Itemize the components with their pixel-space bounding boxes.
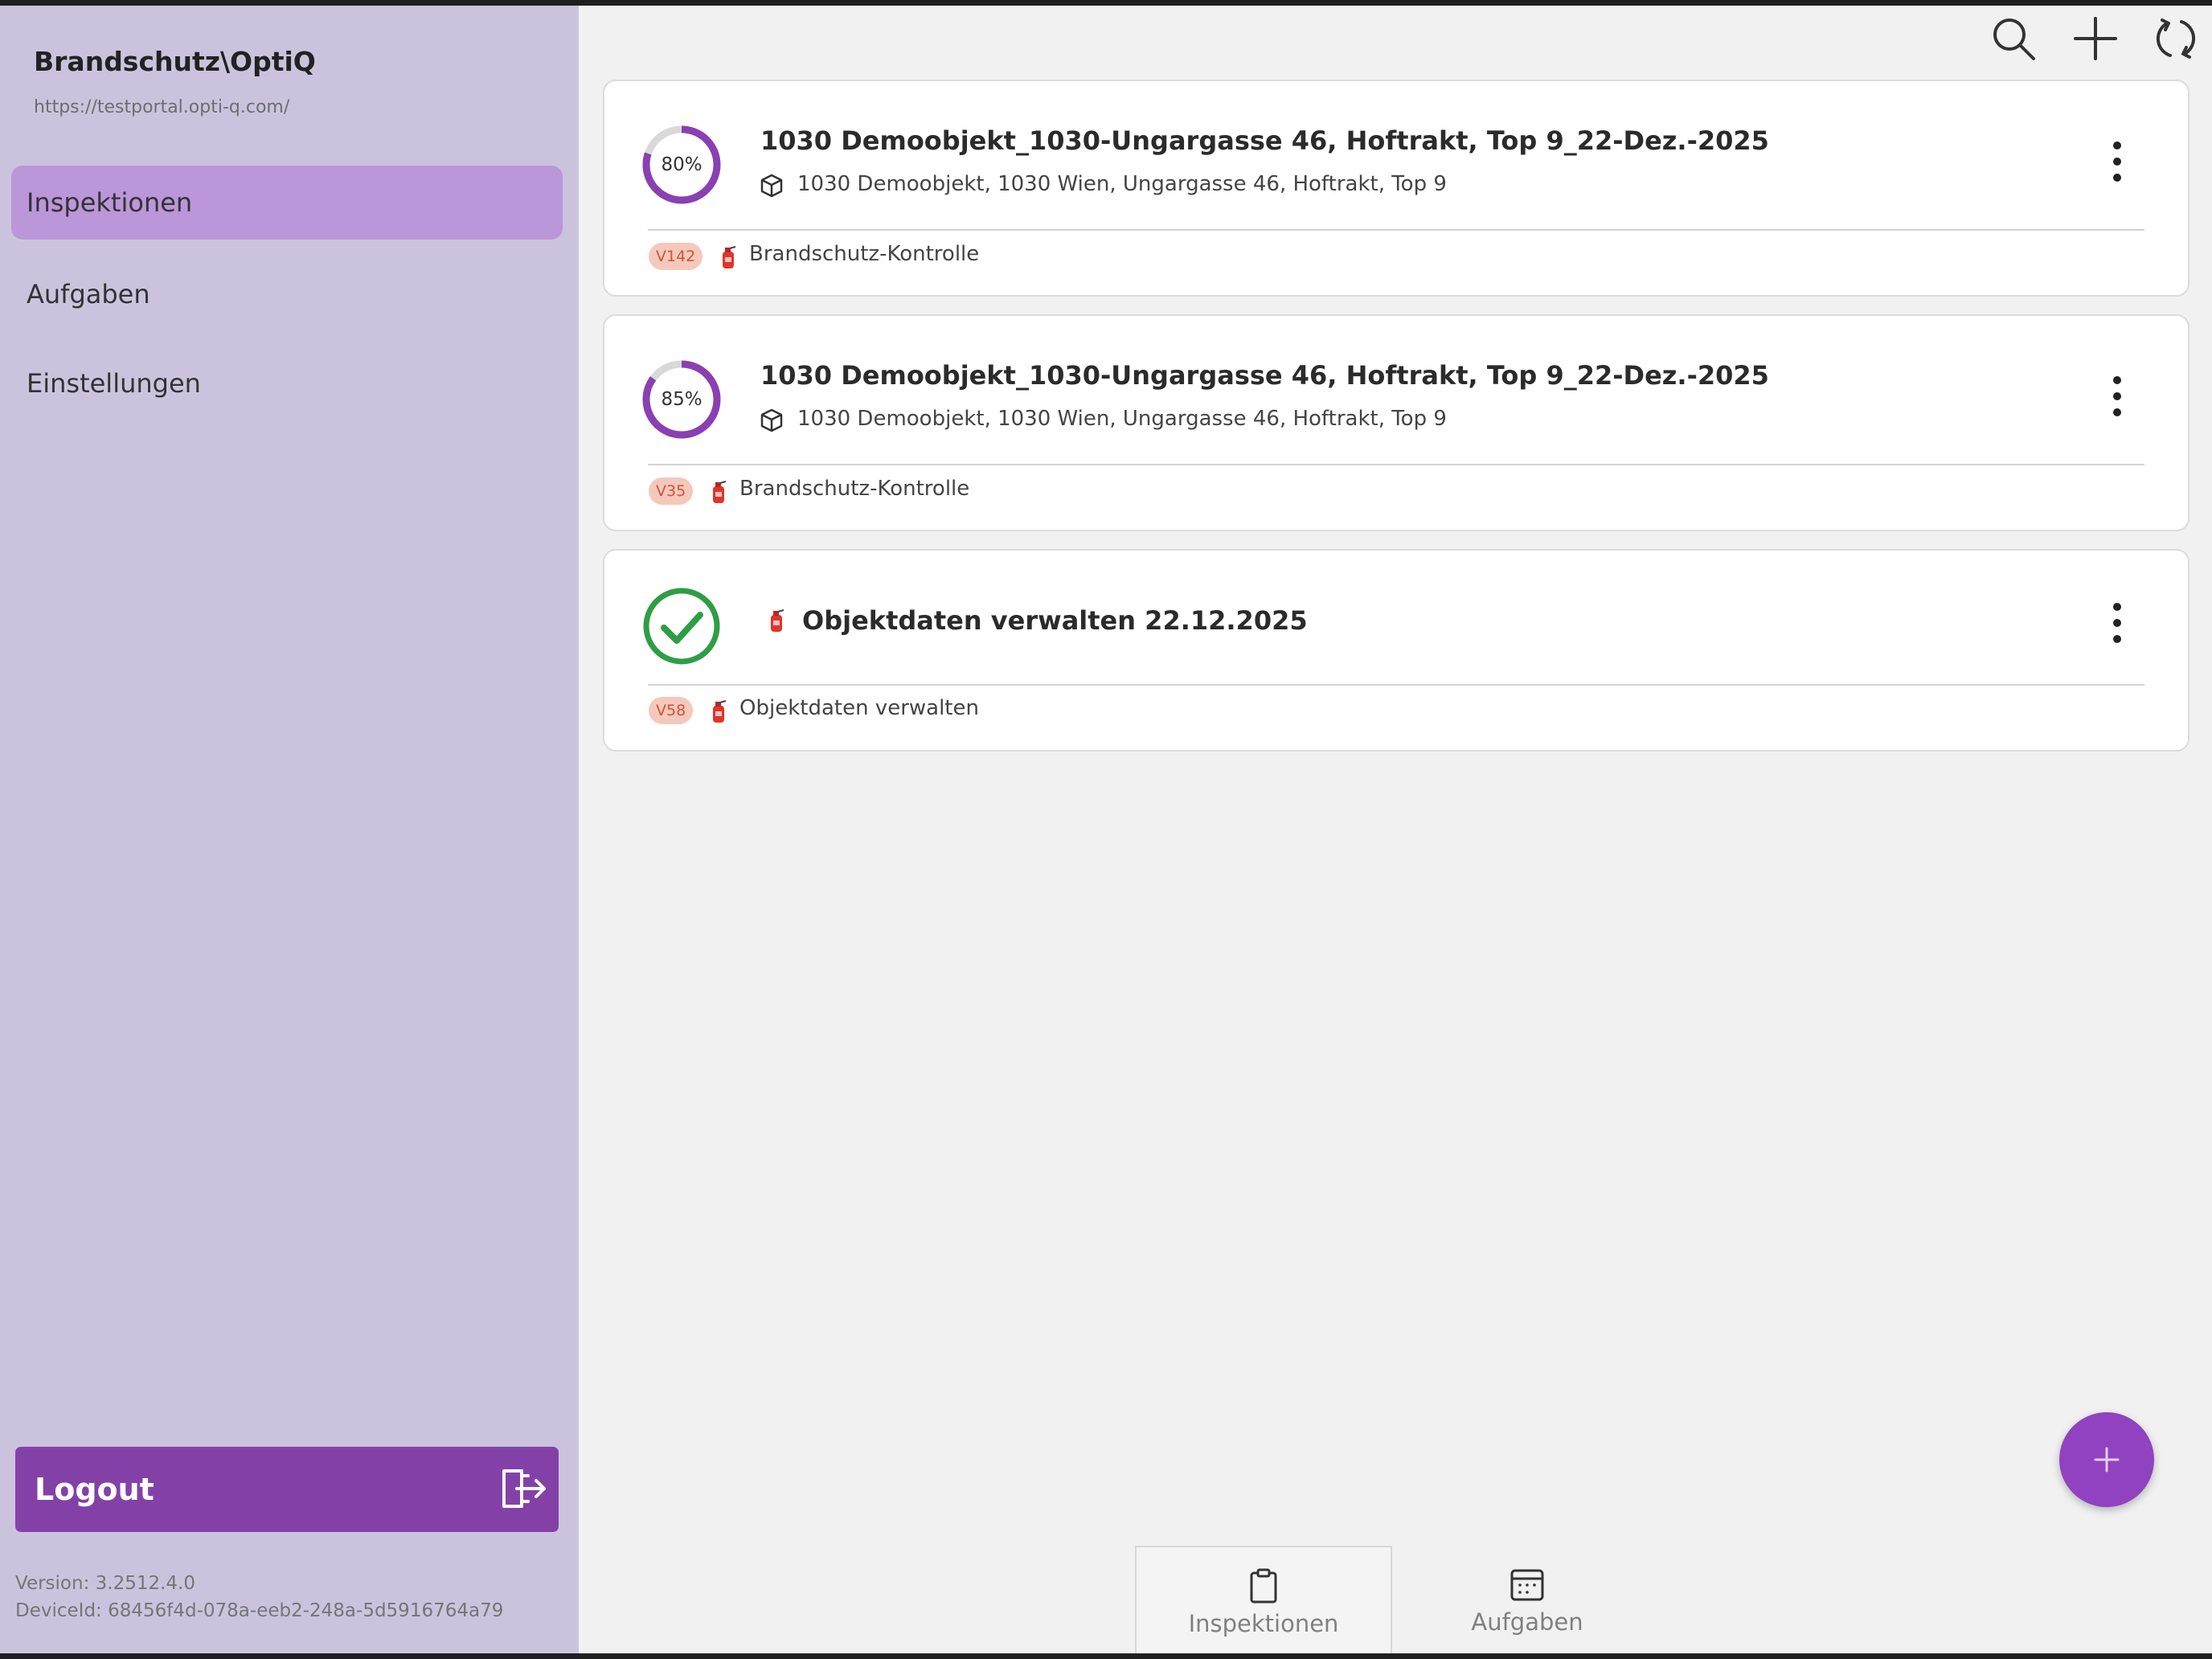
- inspection-type: Brandschutz-Kontrolle: [749, 242, 980, 266]
- card-divider: [648, 464, 2144, 465]
- inspection-type: Brandschutz-Kontrolle: [739, 477, 970, 501]
- bottom-tab-label: Inspektionen: [1188, 1610, 1339, 1637]
- more-options-icon[interactable]: [2111, 600, 2124, 645]
- bottom-tab-label: Aufgaben: [1471, 1608, 1583, 1636]
- plus-icon: [2094, 1447, 2120, 1473]
- sidebar-item-label: Aufgaben: [27, 279, 150, 309]
- inspection-card[interactable]: Objektdaten verwalten 22.12.2025 V58 Obj…: [603, 549, 2189, 752]
- app-window: Brandschutz\OptiQ https://testportal.opt…: [0, 6, 2212, 1653]
- version-text: Version: 3.2512.4.0: [15, 1573, 196, 1594]
- sidebar-item-label: Einstellungen: [27, 368, 201, 399]
- cube-icon: [760, 408, 783, 432]
- portal-url: https://testportal.opti-q.com/: [34, 97, 290, 117]
- plus-icon[interactable]: [2071, 14, 2120, 63]
- progress-label: 80%: [661, 154, 703, 175]
- inspection-type: Objektdaten verwalten: [739, 696, 979, 720]
- inspection-title: 1030 Demoobjekt_1030-Ungargasse 46, Hoft…: [760, 125, 1769, 156]
- device-id-text: DeviceId: 68456f4d-078a-eeb2-248a-5d5916…: [15, 1600, 504, 1621]
- fire-extinguisher-icon: [771, 609, 784, 632]
- fire-extinguisher-icon: [713, 481, 727, 503]
- logout-label: Logout: [35, 1472, 154, 1507]
- bottom-tab-aufgaben[interactable]: Aufgaben: [1399, 1546, 1656, 1653]
- cube-icon: [760, 174, 783, 198]
- version-badge: V35: [649, 477, 694, 505]
- inspection-address: 1030 Demoobjekt, 1030 Wien, Ungargasse 4…: [797, 172, 1447, 196]
- inspection-title: Objektdaten verwalten 22.12.2025: [802, 605, 1308, 636]
- version-badge: V142: [649, 243, 703, 270]
- inspection-card[interactable]: 80% 1030 Demoobjekt_1030-Ungargasse 46, …: [603, 80, 2189, 297]
- clipboard-icon: [1250, 1568, 1277, 1604]
- app-title: Brandschutz\OptiQ: [34, 46, 316, 77]
- sidebar-item-inspektionen[interactable]: Inspektionen: [11, 166, 563, 240]
- sync-icon[interactable]: [2151, 14, 2201, 63]
- sidebar-item-label: Inspektionen: [27, 187, 193, 218]
- sidebar: Brandschutz\OptiQ https://testportal.opt…: [0, 6, 579, 1653]
- search-icon[interactable]: [1989, 14, 2038, 63]
- logout-icon: [502, 1469, 546, 1508]
- card-divider: [648, 229, 2144, 231]
- inspection-title: 1030 Demoobjekt_1030-Ungargasse 46, Hoft…: [760, 360, 1769, 391]
- version-badge: V58: [649, 697, 694, 724]
- sidebar-item-einstellungen[interactable]: Einstellungen: [11, 346, 563, 420]
- card-divider: [648, 684, 2144, 686]
- calendar-icon: [1510, 1569, 1544, 1601]
- fire-extinguisher-icon: [723, 246, 736, 268]
- fire-extinguisher-icon: [713, 700, 727, 723]
- inspection-card[interactable]: 85% 1030 Demoobjekt_1030-Ungargasse 46, …: [603, 314, 2189, 531]
- logout-button[interactable]: Logout: [15, 1447, 559, 1532]
- more-options-icon[interactable]: [2111, 374, 2124, 419]
- progress-label: 85%: [661, 389, 703, 410]
- add-inspection-fab[interactable]: [2059, 1412, 2154, 1507]
- inspection-address: 1030 Demoobjekt, 1030 Wien, Ungargasse 4…: [797, 407, 1447, 431]
- sidebar-item-aufgaben[interactable]: Aufgaben: [11, 257, 563, 331]
- more-options-icon[interactable]: [2111, 139, 2124, 184]
- completed-check-icon: [643, 588, 720, 665]
- bottom-tab-inspektionen[interactable]: Inspektionen: [1135, 1546, 1392, 1653]
